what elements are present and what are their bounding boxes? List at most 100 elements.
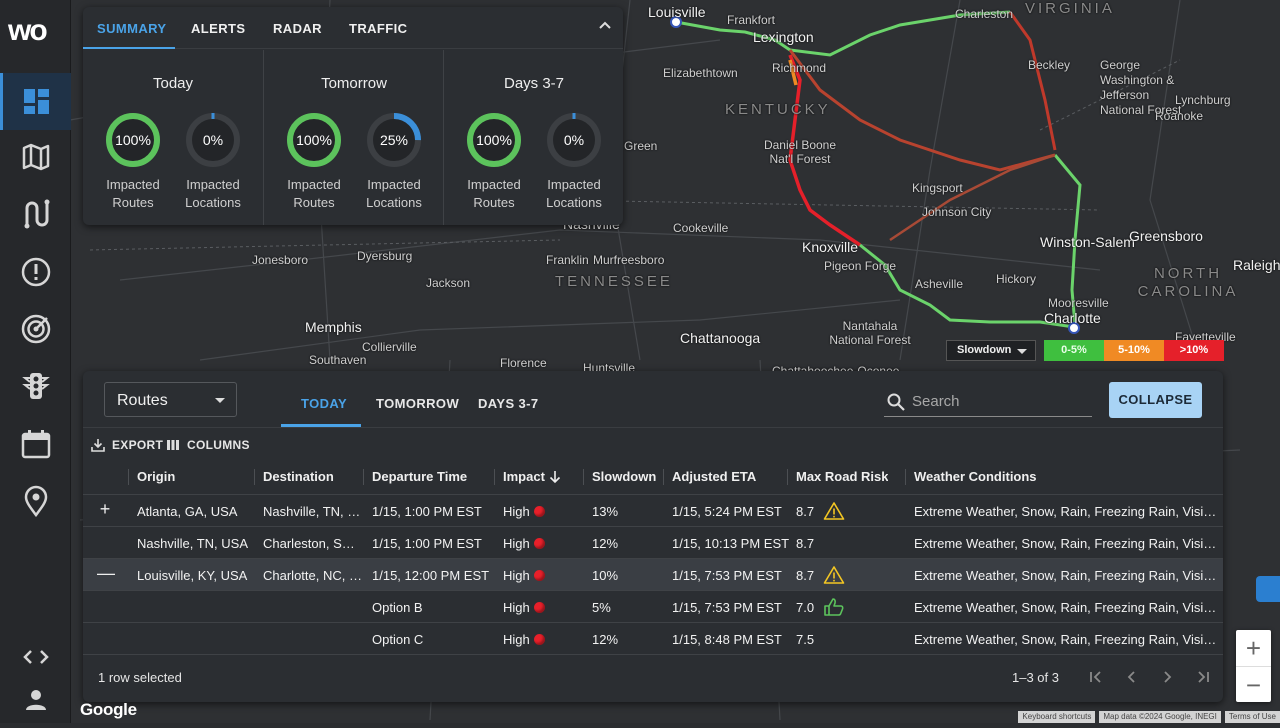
keyboard-shortcuts-link[interactable]: Keyboard shortcuts	[1018, 711, 1096, 723]
prev-page-icon[interactable]	[1122, 667, 1142, 687]
alert-icon	[21, 257, 50, 286]
code-icon	[22, 649, 49, 664]
collapse-button[interactable]: COLLAPSE	[1109, 382, 1202, 418]
cell-origin: Nashville, TN, USA	[137, 536, 253, 551]
sidebar-item-account[interactable]	[0, 671, 71, 728]
tab-radar[interactable]: RADAR	[273, 21, 322, 36]
sidebar-item-locations[interactable]	[0, 472, 71, 529]
selection-count: 1 row selected	[98, 670, 182, 685]
eta-text: 1/15, 7:53 PM EST	[672, 600, 782, 615]
weather-text: Extreme Weather, Snow, Rain, Freezing Ra…	[914, 504, 1219, 519]
origin-text: Louisville, KY, USA	[137, 568, 248, 583]
sort-descending-icon[interactable]	[549, 470, 561, 484]
cell-impact: High	[503, 504, 583, 519]
map-label: Beckley	[1028, 58, 1071, 72]
column-header[interactable]: Origin	[137, 469, 175, 484]
legend-metric-select[interactable]: Slowdown	[946, 340, 1036, 361]
table-row[interactable]: — Louisville, KY, USA Charlotte, NC, USA 1/…	[83, 558, 1223, 590]
sidebar-item-traffic[interactable]	[0, 357, 71, 414]
column-header[interactable]: Slowdown	[592, 469, 656, 484]
column-header[interactable]: Weather Conditions	[914, 469, 1037, 484]
zoom-in-button[interactable]: +	[1236, 630, 1271, 666]
terms-link[interactable]: Terms of Use	[1224, 711, 1280, 723]
eta-text: 1/15, 7:53 PM EST	[672, 568, 782, 583]
tab-alerts[interactable]: ALERTS	[191, 21, 245, 36]
slowdown-text: 12%	[592, 632, 619, 647]
gauge-label-line: Routes	[112, 195, 154, 210]
tab-traffic[interactable]: TRAFFIC	[349, 21, 407, 36]
table-row[interactable]: Option B High 5% 1/15, 7:53 PM EST 7.0 Extrem…	[83, 590, 1223, 622]
tab-tomorrow[interactable]: TOMORROW	[376, 396, 459, 411]
cell-destination: Charlotte, NC, USA	[263, 568, 363, 583]
summary-column: Today 100% 0% Impacted Routes Impacted L…	[83, 50, 263, 225]
map-label: Knoxville	[802, 239, 859, 255]
divider	[83, 427, 1223, 428]
zoom-out-button[interactable]: −	[1236, 666, 1271, 702]
table-row[interactable]: Nashville, TN, USA Charleston, SC, USA 1/1…	[83, 526, 1223, 558]
gauge-value: 100%	[115, 132, 151, 148]
columns-icon	[167, 440, 179, 450]
column-header[interactable]: Impact	[503, 469, 545, 484]
thumbs-up-icon	[824, 598, 844, 616]
origin-text: Atlanta, GA, USA	[137, 504, 238, 519]
column-header[interactable]: Destination	[263, 469, 334, 484]
impacted-locations-gauge: 0%	[544, 110, 604, 170]
sidebar-item-alerts[interactable]	[0, 243, 71, 300]
map-label: Southaven	[309, 353, 367, 367]
sidebar-item-map[interactable]	[0, 128, 71, 185]
view-select[interactable]: Routes	[104, 382, 237, 417]
tab-days-3-7[interactable]: DAYS 3-7	[478, 396, 539, 411]
columns-button[interactable]: COLUMNS	[166, 438, 250, 452]
next-page-icon[interactable]	[1157, 667, 1177, 687]
cell-eta: 1/15, 5:24 PM EST	[672, 504, 790, 519]
tab-today[interactable]: TODAY	[301, 396, 347, 411]
sidebar-item-calendar[interactable]	[0, 415, 71, 472]
gauge-label-line: Locations	[366, 195, 422, 210]
map-label: Jonesboro	[252, 253, 309, 267]
gauge-label-line: Routes	[293, 195, 335, 210]
sidebar-item-dashboard[interactable]	[0, 73, 71, 130]
sidebar-item-routes[interactable]	[0, 185, 71, 242]
column-separator	[787, 469, 788, 485]
impact-text: High	[503, 632, 530, 647]
summary-tabs: SUMMARY ALERTS RADAR TRAFFIC	[83, 7, 623, 49]
chevron-up-icon[interactable]	[597, 17, 613, 33]
impact-text: High	[503, 536, 530, 551]
sidebar-item-radar[interactable]	[0, 300, 71, 357]
summary-column-title: Today	[152, 75, 194, 92]
table-row[interactable]: + Atlanta, GA, USA Nashville, TN, USA 1/15,…	[83, 494, 1223, 526]
app-logo[interactable]: wo	[8, 14, 64, 50]
gauge-value: 25%	[379, 132, 409, 148]
table-row[interactable]: Option C High 12% 1/15, 8:48 PM EST 7.5 Extre…	[83, 622, 1223, 654]
search-box[interactable]	[884, 386, 1092, 417]
traffic-light-icon	[21, 372, 50, 399]
last-page-icon[interactable]	[1193, 667, 1213, 687]
tab-summary[interactable]: SUMMARY	[97, 21, 166, 36]
first-page-icon[interactable]	[1086, 667, 1106, 687]
map-label: Jackson	[426, 276, 471, 290]
street-view-icon[interactable]	[1256, 576, 1280, 602]
export-button[interactable]: EXPORT	[91, 438, 163, 452]
map-label: Frankfort	[727, 13, 776, 27]
search-input[interactable]	[912, 390, 1087, 412]
column-separator	[905, 469, 906, 485]
map-data-text: Map data ©2024 Google, INEGI	[1099, 711, 1221, 723]
map-label: Nantahala National Forest	[829, 319, 911, 347]
column-header[interactable]: Adjusted ETA	[672, 469, 756, 484]
map-label: Murfreesboro	[593, 253, 665, 267]
summary-column-title: Tomorrow	[321, 75, 387, 92]
gauge-label-line: Routes	[473, 195, 515, 210]
cell-eta: 1/15, 7:53 PM EST	[672, 568, 790, 583]
map-label: Green	[624, 139, 658, 153]
collapse-icon[interactable]: —	[97, 564, 115, 582]
map-label: Kingsport	[912, 181, 963, 195]
column-header[interactable]: Departure Time	[372, 469, 467, 484]
slowdown-text: 5%	[592, 600, 611, 615]
expand-icon[interactable]: +	[97, 500, 113, 518]
column-header[interactable]: Max Road Risk	[796, 469, 888, 484]
gauge-label-line: Impacted	[547, 177, 601, 192]
map-label: TENNESSEE	[555, 273, 673, 290]
location-pin-icon	[24, 485, 47, 517]
column-separator	[663, 469, 664, 485]
departure-text: Option C	[372, 632, 424, 647]
